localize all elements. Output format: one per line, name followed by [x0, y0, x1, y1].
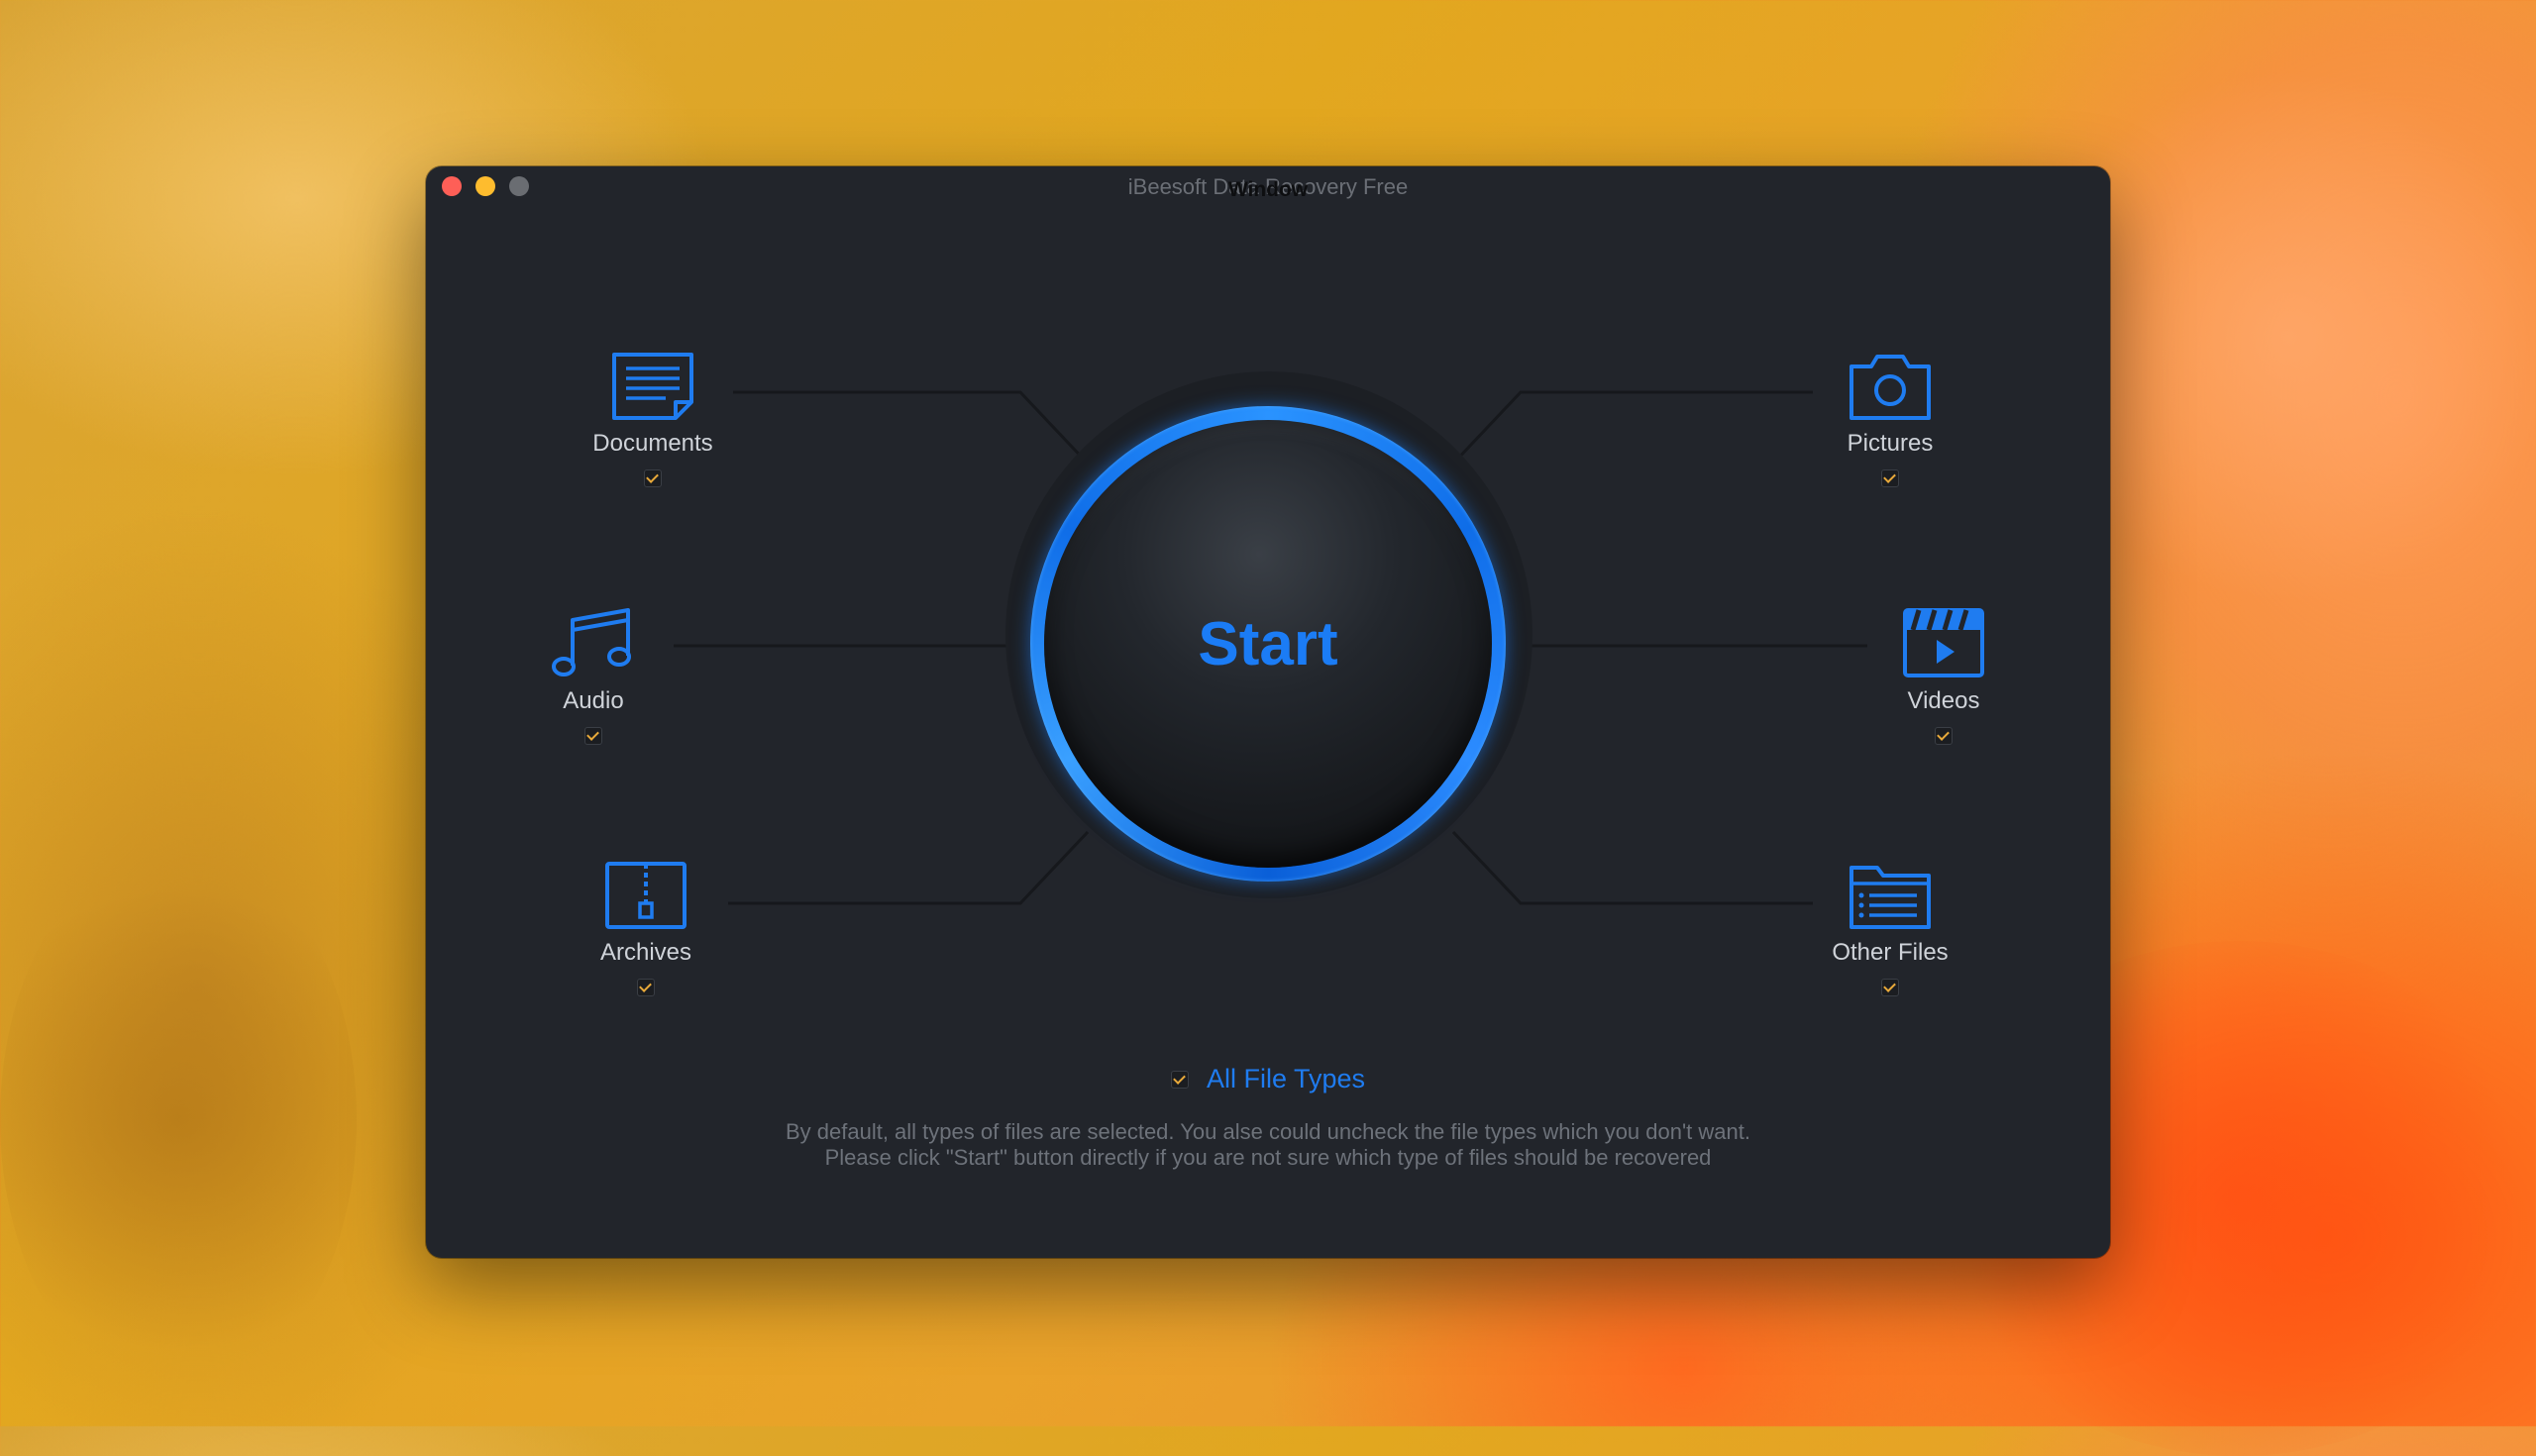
- videos-checkbox[interactable]: [1935, 727, 1953, 745]
- start-button-ring: Start: [1030, 406, 1506, 882]
- document-icon: [612, 353, 693, 420]
- archives-label: Archives: [599, 939, 692, 966]
- description-text: By default, all types of files are selec…: [426, 1119, 2110, 1171]
- connector-pictures: [1451, 390, 1813, 466]
- app-window: iBeesoft Data Recovery Free Window Docum…: [426, 166, 2110, 1258]
- zip-archive-icon: [605, 862, 687, 929]
- wallpaper-bud-blob: [0, 842, 357, 1397]
- file-type-videos[interactable]: Videos: [1845, 606, 2043, 745]
- file-type-documents[interactable]: Documents: [554, 351, 752, 487]
- camera-icon: [1849, 355, 1931, 420]
- other-files-checkbox[interactable]: [1881, 979, 1899, 996]
- connector-other-files: [1451, 830, 1813, 905]
- start-button[interactable]: Start: [1044, 420, 1492, 868]
- file-type-other-files[interactable]: Other Files: [1791, 862, 1989, 996]
- description-line-2: Please click "Start" button directly if …: [824, 1145, 1712, 1170]
- documents-label: Documents: [592, 430, 713, 457]
- audio-checkbox[interactable]: [584, 727, 602, 745]
- archives-checkbox[interactable]: [637, 979, 655, 996]
- other-files-label: Other Files: [1832, 939, 1949, 966]
- description-line-1: By default, all types of files are selec…: [785, 1119, 1750, 1144]
- all-file-types-checkbox[interactable]: [1170, 1070, 1189, 1089]
- start-button-label: Start: [1198, 609, 1338, 678]
- videos-label: Videos: [1907, 687, 1980, 714]
- file-type-pictures[interactable]: Pictures: [1791, 351, 1989, 487]
- pictures-label: Pictures: [1847, 430, 1934, 457]
- start-button-well: Start: [1005, 371, 1532, 898]
- audio-label: Audio: [563, 687, 624, 714]
- file-type-archives[interactable]: Archives: [547, 860, 745, 996]
- connector-archives: [728, 830, 1090, 905]
- connector-documents: [733, 390, 1090, 466]
- documents-checkbox[interactable]: [644, 469, 662, 487]
- music-note-icon: [552, 608, 631, 676]
- folder-list-icon: [1849, 866, 1931, 929]
- all-file-types-label[interactable]: All File Types: [1207, 1064, 1365, 1093]
- all-file-types-row: All File Types: [426, 1064, 2110, 1094]
- clapperboard-icon: [1903, 608, 1984, 677]
- pictures-checkbox[interactable]: [1881, 469, 1899, 487]
- file-type-audio[interactable]: Audio: [494, 604, 692, 745]
